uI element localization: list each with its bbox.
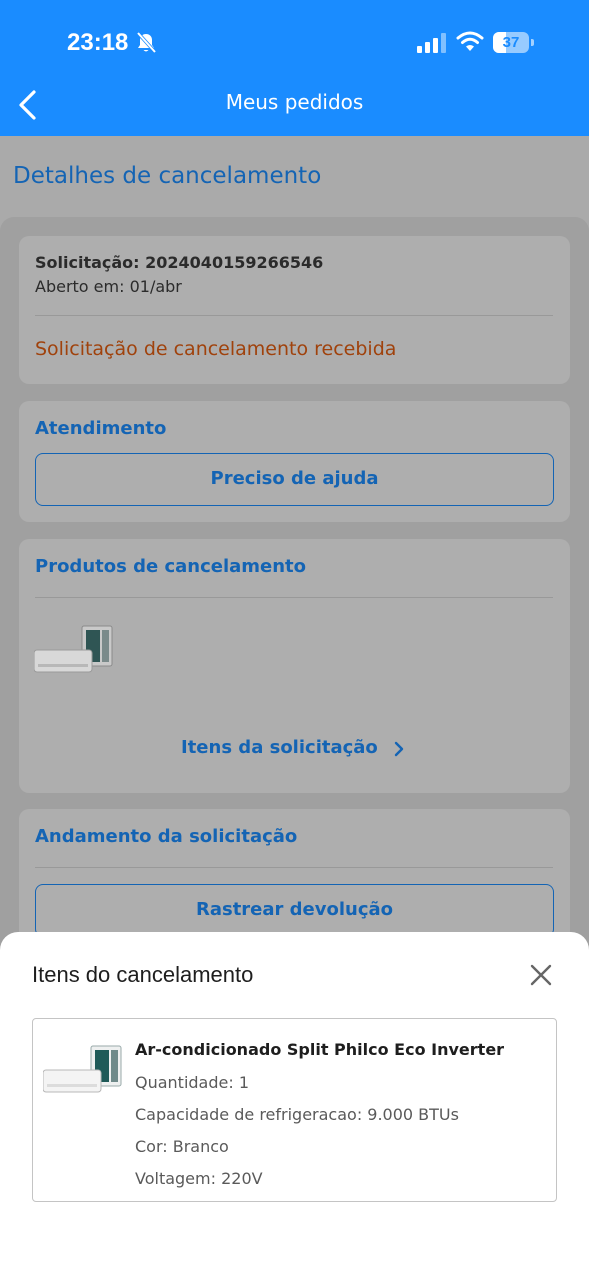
chevron-right-icon[interactable] xyxy=(393,740,405,758)
track-return-button[interactable]: Rastrear devolução xyxy=(35,884,554,937)
product-name: Ar-condicionado Split Philco Eco Inverte… xyxy=(135,1040,505,1059)
wifi-icon xyxy=(456,31,484,51)
air-conditioner-image xyxy=(43,1045,122,1093)
top-app-bar: 23:18 37 Meus pedidos xyxy=(0,0,589,136)
cellular-signal-icon xyxy=(417,33,446,53)
divider xyxy=(35,315,553,316)
product-quantity: Quantidade: 1 xyxy=(135,1073,250,1092)
bell-off-icon xyxy=(136,32,156,54)
product-voltage: Voltagem: 220V xyxy=(135,1169,263,1188)
request-items-link[interactable]: Itens da solicitação xyxy=(181,737,378,758)
opened-date: Aberto em: 01/abr xyxy=(35,277,182,296)
progress-title: Andamento da solicitação xyxy=(35,826,298,847)
divider xyxy=(35,597,553,598)
battery-nub xyxy=(531,39,534,46)
request-status: Solicitação de cancelamento recebida xyxy=(35,338,397,360)
support-title: Atendimento xyxy=(35,418,167,439)
close-icon[interactable] xyxy=(527,961,555,989)
status-bar: 23:18 37 xyxy=(0,0,589,86)
battery-percentage: 37 xyxy=(502,34,520,51)
sheet-title: Itens do cancelamento xyxy=(32,962,254,987)
divider xyxy=(35,867,553,868)
battery-icon: 37 xyxy=(493,32,529,53)
product-capacity: Capacidade de refrigeracao: 9.000 BTUs xyxy=(135,1105,459,1124)
request-id: Solicitação: 2024040159266546 xyxy=(35,253,324,272)
status-time: 23:18 xyxy=(67,29,129,56)
product-color: Cor: Branco xyxy=(135,1137,229,1156)
help-button[interactable]: Preciso de ajuda xyxy=(35,453,554,506)
air-conditioner-thumbnail[interactable] xyxy=(34,624,116,676)
products-title: Produtos de cancelamento xyxy=(35,556,307,577)
page-title: Meus pedidos xyxy=(225,90,364,114)
section-heading: Detalhes de cancelamento xyxy=(13,163,322,189)
